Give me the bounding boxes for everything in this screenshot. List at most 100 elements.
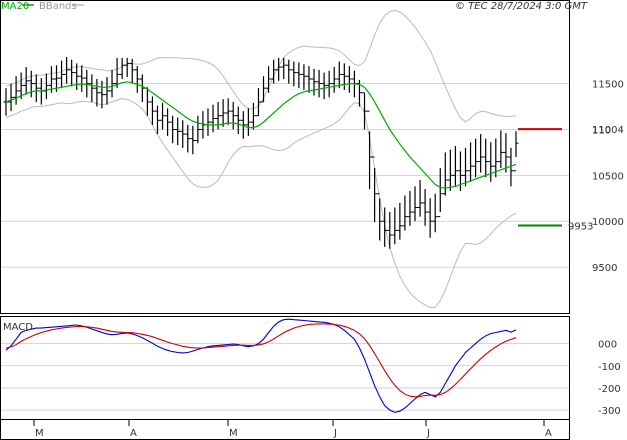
- x-tick-label: M: [229, 428, 238, 439]
- price-tick-label: 110: [592, 125, 611, 136]
- ohlc-bar: [261, 76, 267, 103]
- ohlc-bar: [468, 142, 474, 182]
- ohlc-bar: [185, 124, 191, 153]
- ohlc-bar: [341, 63, 347, 91]
- ohlc-bar: [407, 190, 413, 226]
- ohlc-bar: [427, 198, 433, 238]
- ohlc-bar: [402, 195, 408, 231]
- signal-line: [5, 323, 517, 398]
- ohlc-bar: [28, 70, 34, 98]
- price-bars: [3, 56, 519, 249]
- x-tick-label: J: [333, 428, 337, 439]
- ohlc-bar: [286, 59, 292, 84]
- ohlc-bar: [250, 102, 256, 130]
- ohlc-bar: [412, 186, 418, 222]
- x-tick-label: A: [545, 428, 552, 439]
- ohlc-bar: [346, 66, 352, 93]
- macd-tick-label: -200: [598, 384, 621, 395]
- ohlc-bar: [422, 189, 428, 226]
- ohlc-bar: [69, 59, 75, 87]
- ohlc-bar: [79, 65, 85, 92]
- ohlc-bar: [331, 67, 337, 93]
- ohlc-bar: [488, 142, 494, 182]
- price-tick-label: 11500: [592, 80, 624, 91]
- macd-title: MACD: [3, 322, 33, 333]
- ohlc-bar: [377, 193, 383, 241]
- ohlc-bar: [160, 102, 166, 130]
- bollinger-bands: [5, 9, 517, 309]
- ohlc-bar: [387, 212, 393, 249]
- macd-tick-label: -100: [598, 362, 621, 373]
- ma20-path: [5, 81, 517, 189]
- ohlc-bar: [447, 149, 453, 191]
- ohlc-bar: [180, 120, 186, 148]
- macd-tick-label: 000: [598, 340, 617, 351]
- ohlc-bar: [306, 66, 312, 93]
- ohlc-bar: [220, 99, 226, 127]
- ohlc-bar: [89, 74, 95, 102]
- ohlc-bar: [301, 64, 307, 91]
- legend-ma20: MA20: [1, 1, 29, 12]
- ohlc-bar: [326, 70, 332, 98]
- support-label: 9953: [568, 222, 593, 233]
- ohlc-bar: [13, 76, 19, 105]
- ohlc-bar: [119, 57, 125, 79]
- price-tick-label: 9500: [592, 263, 617, 274]
- x-axis: MAMJJA: [33, 420, 552, 439]
- ohlc-bar: [498, 130, 504, 169]
- macd-y-axis: 000 -100 -200 -300: [598, 340, 621, 418]
- ohlc-bar: [94, 79, 100, 107]
- ohlc-bar: [392, 207, 398, 245]
- ohlc-bar: [478, 134, 484, 173]
- macd-gridlines: [1, 343, 569, 411]
- ohlc-bar: [432, 193, 438, 233]
- ohlc-bar: [245, 108, 251, 136]
- bband-upper-line: [5, 9, 517, 123]
- x-tick-label: J: [426, 428, 430, 439]
- ohlc-bar: [23, 67, 29, 95]
- ohlc-bar: [124, 57, 130, 78]
- ohlc-bar: [225, 98, 231, 125]
- ohlc-bar: [33, 74, 39, 102]
- price-tick-label: 10000: [592, 217, 624, 228]
- macd-tick-label: -300: [598, 406, 621, 417]
- ohlc-bar: [503, 133, 509, 173]
- ohlc-bar: [483, 138, 489, 178]
- ma20-line: [5, 81, 517, 189]
- ohlc-bar: [149, 96, 155, 125]
- ohlc-bar: [296, 62, 302, 89]
- ohlc-bar: [311, 68, 317, 96]
- ohlc-bar: [3, 88, 9, 116]
- ohlc-bar: [43, 73, 49, 100]
- legend-bbands: BBands: [39, 1, 77, 12]
- ohlc-bar: [266, 66, 272, 93]
- x-axis-frame: [0, 419, 570, 440]
- x-tick-label: M: [35, 428, 44, 439]
- ohlc-bar: [104, 77, 110, 105]
- price-tick-label: 10500: [592, 171, 624, 182]
- ohlc-bar: [321, 72, 327, 100]
- ohlc-bar: [129, 58, 135, 84]
- x-tick-label: A: [130, 428, 137, 439]
- stock-chart: 110049953 1150011010500100009500 000-100…: [0, 0, 624, 440]
- ohlc-bar: [442, 152, 448, 196]
- ohlc-bar: [417, 179, 423, 217]
- copyright-label: © TEC 28/7/2024 3:0 GMT: [455, 1, 588, 12]
- ohlc-bar: [336, 61, 342, 89]
- ohlc-bar: [8, 83, 14, 112]
- ohlc-bar: [463, 147, 469, 187]
- ohlc-bar: [190, 125, 196, 155]
- ohlc-bar: [139, 74, 145, 102]
- ohlc-bar: [276, 57, 282, 81]
- ohlc-bar: [473, 138, 479, 178]
- ohlc-bar: [144, 87, 150, 116]
- ohlc-bar: [165, 108, 171, 136]
- ohlc-bar: [452, 145, 458, 187]
- ohlc-bar: [291, 61, 297, 87]
- ohlc-bar: [205, 108, 211, 136]
- ohlc-bar: [235, 106, 241, 135]
- price-y-axis: 11500 110 10500 10000 9500: [592, 80, 624, 275]
- ohlc-bar: [230, 101, 236, 130]
- ohlc-bar: [255, 88, 261, 117]
- ohlc-bar: [175, 117, 181, 146]
